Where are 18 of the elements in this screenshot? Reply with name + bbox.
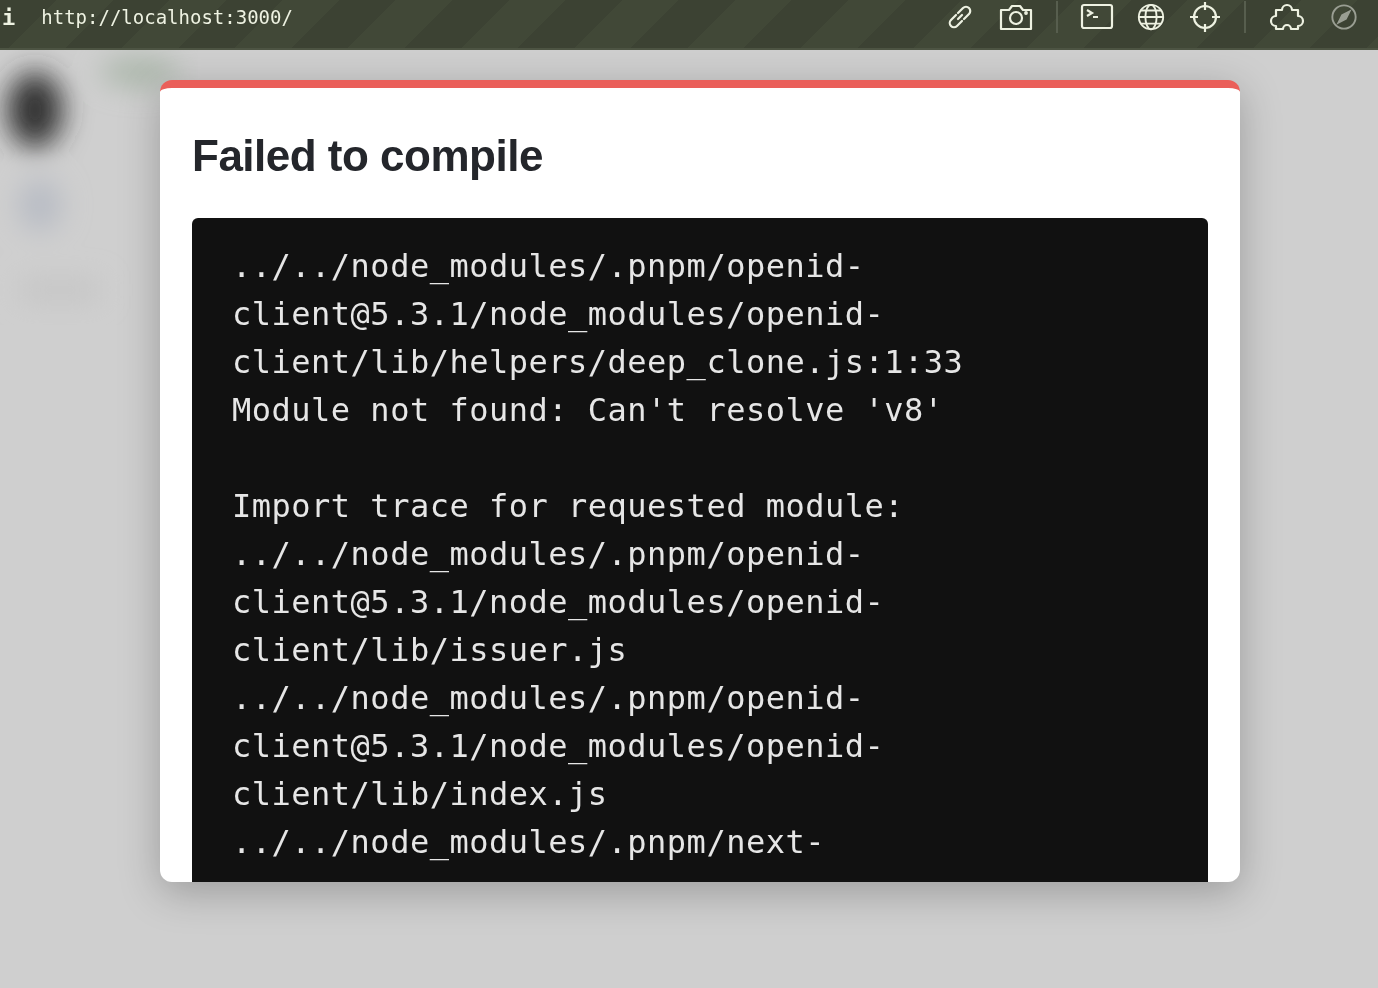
code-line: Import trace for requested module:	[232, 486, 905, 527]
code-line: client/lib/issuer.js	[232, 630, 628, 671]
code-line: client@5.3.1/node_modules/openid-	[232, 582, 885, 623]
globe-icon[interactable]	[1136, 2, 1166, 32]
code-line: client/lib/helpers/deep_clone.js:1:33	[232, 342, 964, 383]
code-line: Module not found: Can't resolve 'v8'	[232, 390, 944, 431]
code-line: client@5.3.1/node_modules/openid-	[232, 726, 885, 767]
dialog-title: Failed to compile	[192, 130, 544, 182]
code-line: ../../node_modules/.pnpm/next-	[232, 822, 825, 863]
info-icon[interactable]: i	[2, 4, 16, 30]
code-line: client/lib/index.js	[232, 774, 608, 815]
code-line: client@5.3.1/node_modules/openid-	[232, 294, 885, 335]
code-line: ../../node_modules/.pnpm/openid-	[232, 246, 865, 287]
code-line: ../../node_modules/.pnpm/openid-	[232, 678, 865, 719]
address-bar-url[interactable]: http://localhost:3000/	[41, 6, 293, 28]
terminal-icon[interactable]	[1080, 3, 1114, 31]
code-line: ../../node_modules/.pnpm/openid-	[232, 534, 865, 575]
crosshair-icon[interactable]	[1188, 0, 1222, 34]
